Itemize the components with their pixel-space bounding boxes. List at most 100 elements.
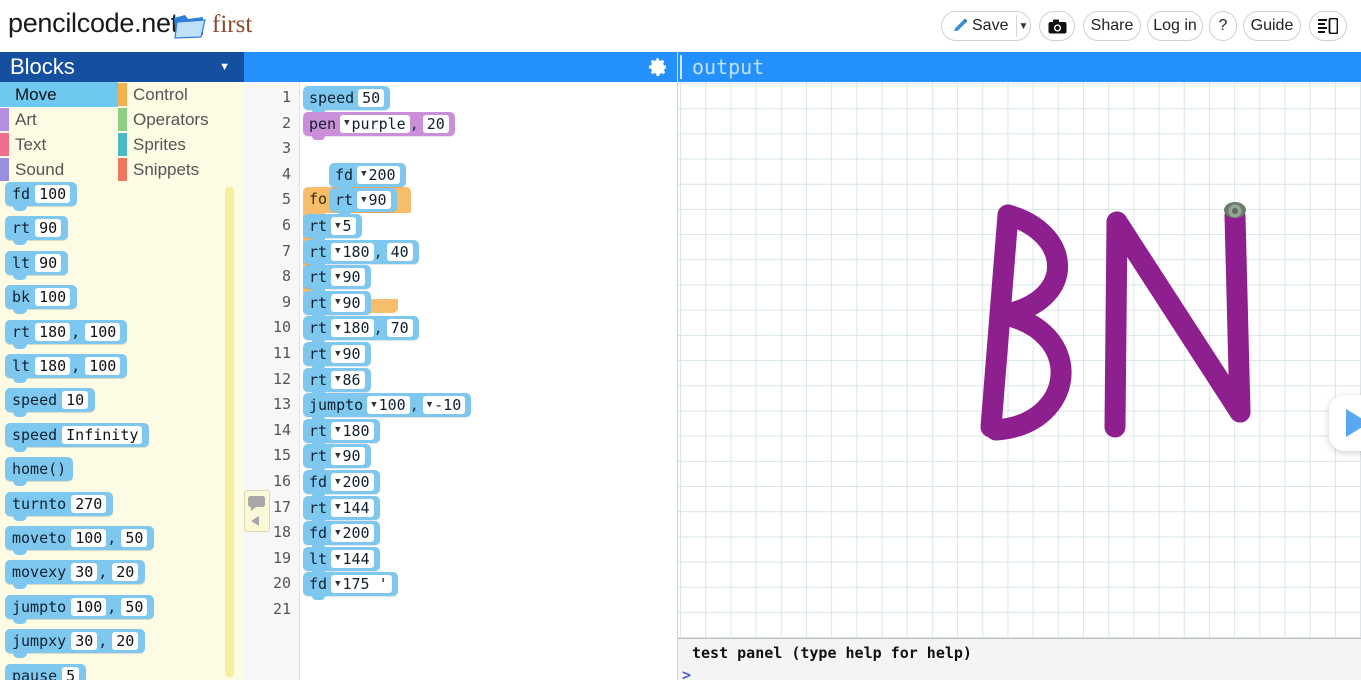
code-block-line-6[interactable]: rt ▼ 5 <box>303 214 362 242</box>
code-block-line-4[interactable]: fd ▼ 200 <box>329 162 406 191</box>
code-blocks-area[interactable]: for [1..1] speed50pen▼purple,20fd▼200rt▼… <box>300 82 678 680</box>
code-block-line-8[interactable]: rt ▼ 90 <box>303 265 371 294</box>
palette-block-speed[interactable]: speed 10 <box>5 388 96 418</box>
save-button[interactable]: Save <box>942 12 1016 40</box>
palette-block-arg[interactable]: 50 <box>121 597 148 616</box>
palette-block-home[interactable]: home() <box>5 457 74 487</box>
login-button[interactable]: Log in <box>1147 11 1203 41</box>
chevron-down-icon[interactable]: ▼ <box>219 61 244 73</box>
code-block-socket[interactable]: 20 <box>422 114 449 133</box>
help-button[interactable]: ? <box>1209 11 1237 41</box>
palette-block-arg[interactable]: 30 <box>71 563 98 582</box>
code-block-line-9[interactable]: rt ▼ 90 <box>303 290 371 319</box>
category-snippets[interactable]: Snippets <box>118 157 244 182</box>
palette-block-arg[interactable]: 30 <box>71 632 98 651</box>
code-block-socket[interactable]: ▼ 144 <box>331 549 374 568</box>
socket-dropdown-caret-icon[interactable]: ▼ <box>361 170 366 179</box>
share-button[interactable]: Share <box>1083 11 1141 41</box>
folder-icon[interactable] <box>172 10 206 40</box>
screenshot-button[interactable] <box>1039 11 1075 41</box>
palette-block-arg[interactable]: 90 <box>35 253 62 272</box>
code-block-socket[interactable]: 40 <box>386 242 413 261</box>
palette-block-lt[interactable]: lt 90 <box>5 250 69 280</box>
guide-button[interactable]: Guide <box>1243 11 1301 41</box>
code-block-socket[interactable]: ▼ purple <box>340 114 410 133</box>
code-block-socket[interactable]: ▼ 90 <box>331 345 365 363</box>
palette-block-arg[interactable]: 100 <box>85 357 121 375</box>
socket-dropdown-caret-icon[interactable]: ▼ <box>335 554 340 563</box>
palette-block-speed[interactable]: speed Infinity <box>5 422 150 452</box>
save-button-group[interactable]: Save ▼ <box>941 11 1031 41</box>
code-block-socket[interactable]: ▼ 200 <box>331 473 374 491</box>
palette-block-turnto[interactable]: turnto 270 <box>5 491 114 521</box>
code-block-socket[interactable]: ▼ 180 <box>331 242 374 261</box>
code-block-line-18[interactable]: fd ▼ 200 <box>303 521 380 550</box>
category-move[interactable]: Move <box>0 82 118 107</box>
palette-block-arg[interactable]: 5 <box>62 666 80 680</box>
code-block-socket[interactable]: ▼ 180 <box>331 421 374 440</box>
palette-block-arg[interactable]: 100 <box>35 185 71 203</box>
code-block-socket[interactable]: ▼ 86 <box>331 370 365 389</box>
gear-icon[interactable] <box>648 57 668 77</box>
socket-dropdown-caret-icon[interactable]: ▼ <box>371 400 376 410</box>
code-block-socket[interactable]: ▼ 90 <box>357 191 391 210</box>
socket-dropdown-caret-icon[interactable]: ▼ <box>335 247 340 256</box>
code-block-socket[interactable]: ▼ 144 <box>331 498 374 517</box>
code-block-socket[interactable]: ▼ 90 <box>331 293 365 312</box>
block-palette[interactable]: pause 5 jumpxy 30, 20 jumpto 100, 50 movexy 30, 20… <box>0 182 244 680</box>
run-button[interactable] <box>1329 395 1361 451</box>
socket-dropdown-caret-icon[interactable]: ▼ <box>335 477 340 487</box>
code-block-line-7[interactable]: rt ▼ 180, 40 <box>303 239 419 268</box>
code-block-line-5[interactable]: rt ▼ 90 <box>329 188 397 217</box>
palette-block-arg[interactable]: 50 <box>121 529 148 547</box>
palette-block-fd[interactable]: fd 100 <box>5 182 78 211</box>
code-block-line-12[interactable]: rt ▼ 86 <box>303 367 371 396</box>
palette-block-arg[interactable]: 10 <box>62 391 89 410</box>
socket-dropdown-caret-icon[interactable]: ▼ <box>335 503 340 512</box>
code-block-socket[interactable]: ▼ 180 <box>331 319 374 338</box>
palette-block-jumpxy[interactable]: jumpxy 30, 20 <box>5 629 146 659</box>
code-block-line-19[interactable]: lt ▼ 144 <box>303 546 380 575</box>
category-sprites[interactable]: Sprites <box>118 132 244 157</box>
socket-dropdown-caret-icon[interactable]: ▼ <box>335 426 340 435</box>
palette-block-bk[interactable]: bk 100 <box>5 285 78 315</box>
socket-dropdown-caret-icon[interactable]: ▼ <box>335 298 340 307</box>
blocks-panel-header[interactable]: Blocks ▼ <box>0 52 244 82</box>
palette-block-arg[interactable]: 100 <box>71 597 107 616</box>
palette-block-arg[interactable]: 20 <box>112 563 139 582</box>
code-block-line-16[interactable]: fd ▼ 200 <box>303 470 380 498</box>
code-block-socket[interactable]: ▼ 200 <box>357 165 400 184</box>
socket-dropdown-caret-icon[interactable]: ▼ <box>335 221 340 231</box>
palette-block-arg[interactable]: 180 <box>35 357 71 375</box>
socket-dropdown-caret-icon[interactable]: ▼ <box>344 119 349 128</box>
palette-block-arg[interactable]: 100 <box>35 288 71 307</box>
hint-bubble-widget[interactable] <box>244 490 270 532</box>
file-title[interactable]: first <box>212 11 252 39</box>
code-block-line-1[interactable]: speed 50 <box>303 86 391 114</box>
code-block-socket[interactable]: ▼ -10 <box>422 396 466 415</box>
palette-block-arg[interactable]: 20 <box>112 632 139 651</box>
socket-dropdown-caret-icon[interactable]: ▼ <box>335 349 340 359</box>
socket-dropdown-caret-icon[interactable]: ▼ <box>361 195 366 205</box>
code-block-line-13[interactable]: jumpto ▼ 100, ▼ -10 <box>303 393 472 422</box>
code-block-socket[interactable]: ▼ 5 <box>331 217 356 235</box>
socket-dropdown-caret-icon[interactable]: ▼ <box>335 579 340 589</box>
code-block-line-2[interactable]: pen ▼ purple, 20 <box>303 111 455 140</box>
socket-dropdown-caret-icon[interactable]: ▼ <box>335 528 340 538</box>
socket-dropdown-caret-icon[interactable]: ▼ <box>335 323 340 333</box>
category-operators[interactable]: Operators <box>118 107 244 132</box>
turtle-stage[interactable] <box>678 82 1361 680</box>
code-block-socket[interactable]: 50 <box>358 89 385 107</box>
palette-block-jumpto[interactable]: jumpto 100, 50 <box>5 594 155 624</box>
socket-dropdown-caret-icon[interactable]: ▼ <box>335 451 340 461</box>
palette-scrollbar[interactable] <box>225 187 234 677</box>
socket-dropdown-caret-icon[interactable]: ▼ <box>427 400 432 410</box>
code-block-socket[interactable]: ▼ 90 <box>331 268 365 287</box>
palette-block-arg[interactable]: 100 <box>71 529 107 547</box>
code-block-line-10[interactable]: rt ▼ 180, 70 <box>303 316 419 345</box>
category-control[interactable]: Control <box>118 82 244 107</box>
code-block-socket[interactable]: 70 <box>386 319 413 338</box>
palette-block-arg[interactable]: Infinity <box>62 425 143 444</box>
palette-block-rt[interactable]: rt 90 <box>5 216 69 246</box>
palette-block-moveto[interactable]: moveto 100, 50 <box>5 526 155 555</box>
